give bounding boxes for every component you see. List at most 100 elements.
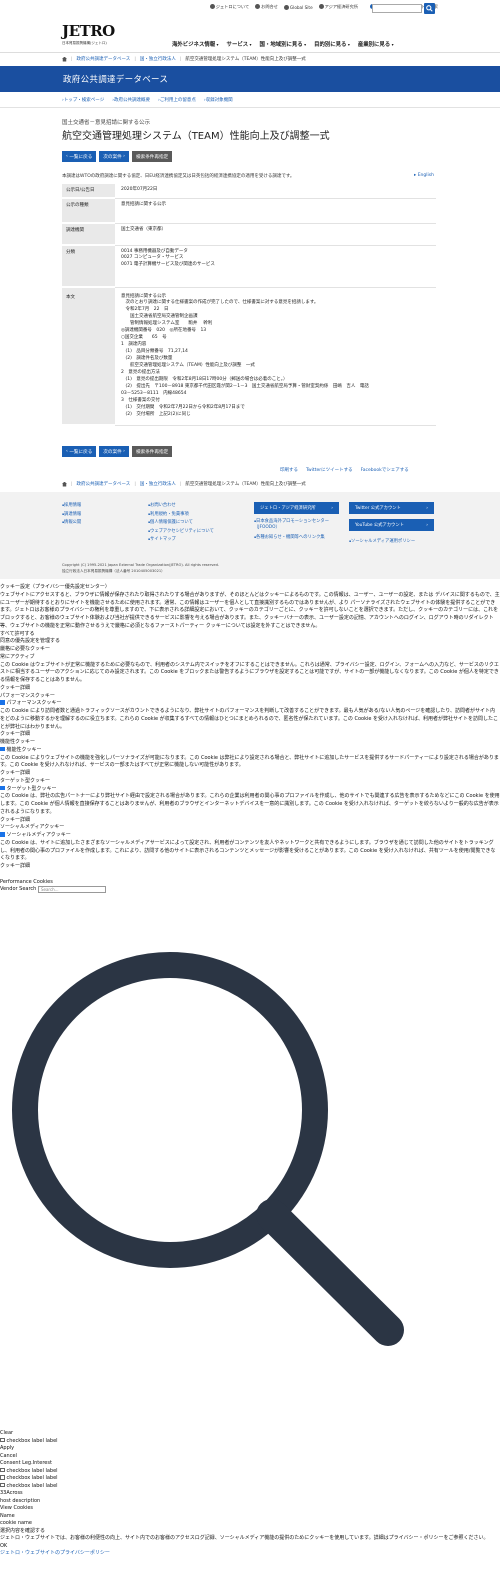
cancel-button[interactable]: Cancel: [0, 1453, 489, 1461]
subnav-top[interactable]: トップ・検索ページ: [62, 97, 104, 103]
site-search-input[interactable]: [372, 4, 422, 13]
page-banner: 政府公共調達データベース: [0, 66, 500, 92]
book-icon: [318, 4, 324, 9]
table-row: 公示の種類 意見招請に関する公示: [62, 198, 436, 224]
table-row: 調達機関 国土交通省（東京都）: [62, 223, 436, 246]
chevron-right-icon: ›: [331, 505, 333, 511]
value-body: 意見招請に関する公示 次のとおり調達に関する仕様書案の作成が完了したので、仕様書…: [115, 287, 436, 426]
privacy-policy-link[interactable]: ジェトロ・ウェブサイトのプライバシーポリシー: [0, 1550, 489, 1558]
footer-link[interactable]: ソーシャルメディア運用ポリシー: [349, 538, 415, 547]
utility-link-about[interactable]: ジェトロについて: [209, 4, 249, 10]
nav-item-services[interactable]: サービス: [227, 40, 252, 48]
footer-link[interactable]: 調達情報: [62, 511, 81, 520]
next-item-button[interactable]: 次の案件 ›: [99, 151, 129, 162]
table-row: 分類 0014 事務用機器及び自動データ 0027 コンピュータ・サービス 00…: [62, 245, 436, 288]
cookie-details-link[interactable]: クッキー詳細: [0, 863, 500, 871]
info-icon: [209, 4, 215, 9]
checkbox-checked-icon: [0, 832, 5, 837]
breadcrumb-db[interactable]: 政府公共調達データベース: [77, 481, 131, 487]
refine-search-button[interactable]: 検索条件再指定: [132, 446, 173, 457]
breadcrumb-current: 航空交通管理処理システム（TEAM）性能向上及び調整一式: [185, 482, 306, 487]
back-to-list-button[interactable]: ‹ 一覧に戻る: [62, 151, 97, 162]
mail-icon: [255, 4, 261, 9]
twitter-share-link[interactable]: Twitterにツイートする: [306, 467, 353, 473]
nav-item-industry[interactable]: 産業別に見る: [358, 40, 394, 48]
social-cookies-toggle[interactable]: ソーシャルメディアクッキー: [0, 832, 500, 840]
always-active-label: 常にアクティブ: [0, 653, 35, 660]
cookie-footnote: ジェトロ・ウェブサイトでは、お客様の利便性の向上、サイト内でのお客様のアクセスロ…: [0, 1535, 489, 1541]
checkbox-checked-icon: [0, 785, 5, 790]
cookie-preference-center: クッキー設定（プライバシー優先設定センター） ウェブサイトにアクセスすると、ブラ…: [0, 584, 500, 894]
action-buttons-bottom: ‹ 一覧に戻る 次の案件 › 検索条件再指定: [62, 446, 173, 457]
site-search-button[interactable]: [424, 3, 435, 14]
twitter-account-button[interactable]: Twitter 公式アカウント ›: [349, 502, 434, 514]
footer-link[interactable]: 日本食品海外プロモーションセンター（JFOODO）: [254, 519, 342, 532]
perf-cookies-toggle[interactable]: パフォーマンスクッキー: [0, 700, 500, 708]
footer-link[interactable]: ウェブアクセシビリティについて: [148, 528, 214, 537]
jetro-logo[interactable]: JETRO 日本貿易振興機構(ジェトロ): [62, 22, 115, 46]
back-to-list-button[interactable]: ‹ 一覧に戻る: [62, 446, 97, 457]
label-agency: 調達機関: [62, 223, 115, 246]
footer-link[interactable]: 各種お知らせ・機関等へのリンク集: [254, 535, 342, 541]
name-label: Name: [0, 1512, 15, 1519]
facebook-share-link[interactable]: Facebookでシェアする: [361, 467, 409, 473]
checkbox-icon: [0, 1437, 5, 1442]
next-item-button[interactable]: 次の案件 ›: [99, 446, 129, 457]
footer-link[interactable]: サイトマップ: [148, 536, 214, 545]
breadcrumb-agency[interactable]: 国・独立行政法人: [140, 56, 176, 62]
cookie-details-link[interactable]: クッキー詳細: [0, 770, 500, 778]
refine-search-button[interactable]: 検索条件再指定: [132, 151, 173, 162]
footer-link[interactable]: お問い合わせ: [148, 502, 214, 511]
clear-button[interactable]: Clear: [0, 1430, 489, 1438]
value-category: 0014 事務用機器及び自動データ 0027 コンピュータ・サービス 0071 …: [115, 245, 436, 288]
strict-cookies-title: 厳格に必要なクッキー: [0, 646, 51, 652]
confirm-choices-button[interactable]: 選択内容を確認する: [0, 1528, 489, 1536]
utility-link-global[interactable]: Global Site: [283, 4, 313, 10]
nav-item-purpose[interactable]: 目的別に見る: [314, 40, 350, 48]
checkbox-row[interactable]: checkbox label label: [0, 1467, 489, 1476]
breadcrumb-db[interactable]: 政府公共調達データベース: [77, 56, 131, 62]
target-cookies-title: ターゲット型クッキー: [0, 777, 51, 784]
subnav-notes[interactable]: ご利用上の留意点: [158, 97, 196, 103]
utility-link-ide[interactable]: アジア経済研究所: [318, 4, 358, 10]
print-link[interactable]: 印刷する: [280, 467, 298, 473]
search-icon[interactable]: [0, 930, 500, 1432]
allow-all-button[interactable]: すべて許可する: [0, 631, 500, 639]
ide-jetro-button[interactable]: ジェトロ・アジア経済研究所 ›: [254, 502, 339, 514]
divider: [0, 52, 500, 53]
table-row: 本文 意見招請に関する公示 次のとおり調達に関する仕様書案の作成が完了したので、…: [62, 287, 436, 427]
nav-item-country[interactable]: 国・地域別に見る: [260, 40, 307, 48]
nav-item-overseas[interactable]: 海外ビジネス情報: [172, 40, 219, 48]
checkbox-icon: [0, 1482, 5, 1487]
footer-link[interactable]: 個人情報保護について: [148, 519, 214, 528]
breadcrumb-agency[interactable]: 国・独立行政法人: [140, 481, 176, 487]
checkbox-icon: [0, 1467, 5, 1472]
vendor-search-input[interactable]: Search...: [37, 886, 106, 894]
utility-link-contact[interactable]: お問合せ: [255, 4, 278, 10]
func-cookies-toggle[interactable]: 機能性クッキー: [0, 746, 500, 755]
footer-col-4: ソーシャルメディア運用ポリシー: [349, 538, 415, 547]
checkbox-checked-icon: [0, 746, 5, 752]
home-icon[interactable]: [62, 56, 67, 62]
view-cookies-link[interactable]: View Cookies: [0, 1505, 489, 1513]
cookie-details-link[interactable]: クッキー詳細: [0, 685, 500, 693]
youtube-account-button[interactable]: YouTube 公式アカウント ›: [349, 519, 434, 531]
cookie-details-link[interactable]: クッキー詳細: [0, 817, 500, 825]
footer-link[interactable]: 情報公開: [62, 519, 81, 528]
footer-link[interactable]: 利用規約・免責事項: [148, 511, 214, 520]
checkbox-row[interactable]: checkbox label label: [0, 1437, 489, 1446]
subnav-agencies[interactable]: 収録対象機関: [204, 97, 233, 103]
ok-button[interactable]: OK: [0, 1543, 489, 1551]
logo-mark: JETRO: [62, 22, 115, 40]
footer-link[interactable]: 採用情報: [62, 502, 81, 511]
wto-notice: 本調達はWTOの政府調達に関する協定、日EU経済連携協定又は日英包括的経済連携協…: [62, 174, 295, 179]
english-link[interactable]: ▸ English: [414, 173, 434, 178]
chevron-right-icon: ›: [426, 505, 428, 511]
cookie-details-link[interactable]: クッキー詳細: [0, 731, 500, 739]
checkbox-row[interactable]: checkbox label label: [0, 1482, 489, 1491]
home-icon[interactable]: [62, 481, 67, 487]
apply-button[interactable]: Apply: [0, 1445, 489, 1453]
subnav-overview[interactable]: 政府公共調達概要: [112, 97, 150, 103]
consent-header: Consent Leg.Interest: [0, 1460, 52, 1466]
checkbox-row[interactable]: checkbox label label: [0, 1475, 489, 1483]
